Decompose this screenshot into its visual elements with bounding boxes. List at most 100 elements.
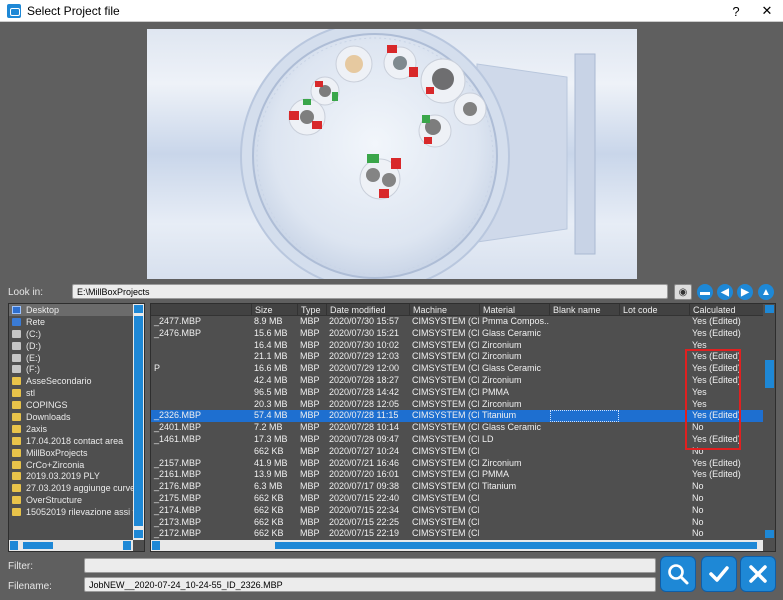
file-list-vscroll-thumb[interactable] xyxy=(765,360,774,388)
folder-item[interactable]: Rete xyxy=(9,316,133,328)
folder-item[interactable]: CrCo+Zirconia xyxy=(9,459,133,471)
folder-item[interactable]: (C:) xyxy=(9,328,133,340)
confirm-button[interactable] xyxy=(701,556,737,592)
folder-tree-hscroll-thumb[interactable] xyxy=(23,542,53,549)
file-row[interactable]: _2476.MBP 15.6 MB MBP 2020/07/30 15:21 CIMSY… xyxy=(151,328,763,340)
close-window-button[interactable]: ✕ xyxy=(753,0,781,22)
help-button[interactable]: ? xyxy=(722,0,750,22)
folder-item[interactable]: OverStructure xyxy=(9,494,133,506)
file-row[interactable]: _2174.MBP 662 KB MBP 2020/07/15 22:34 CIMSYS… xyxy=(151,505,763,517)
scroll-left-arrow[interactable] xyxy=(10,541,18,550)
file-row[interactable]: _2172.MBP 662 KB MBP 2020/07/15 22:19 CIMSYS… xyxy=(151,528,763,540)
column-header-size[interactable]: Size xyxy=(251,304,297,316)
file-row[interactable]: _2173.MBP 662 KB MBP 2020/07/15 22:25 CIMSYS… xyxy=(151,517,763,529)
file-row[interactable]: 96.5 MB MBP 2020/07/28 14:42 CIMSYSTEM (CI.… xyxy=(151,387,763,399)
folder-tree-vscroll-thumb[interactable] xyxy=(134,316,143,526)
column-header-blank-name[interactable]: Blank name xyxy=(549,304,619,316)
file-list[interactable]: Size Type Date modified Machine Material… xyxy=(150,303,776,552)
folder-item-label: 2019.03.2019 PLY xyxy=(26,471,100,482)
file-row[interactable]: P 16.6 MB MBP 2020/07/29 12:00 CIMSYSTEM (CI… xyxy=(151,363,763,375)
blank-name-edit-field[interactable] xyxy=(550,410,619,423)
look-in-label: Look in: xyxy=(8,287,44,298)
folder-item[interactable]: (E:) xyxy=(9,352,133,364)
folder-item-label: 17.04.2018 contact area xyxy=(26,435,124,446)
folder-item[interactable]: 15052019 rilevazione assi fatt xyxy=(9,506,133,518)
file-machine-cell: CIMSYSTEM (CI... xyxy=(412,339,479,350)
folder-item[interactable]: (D:) xyxy=(9,340,133,352)
file-list-hscroll-thumb[interactable] xyxy=(275,542,757,549)
look-in-path-field[interactable]: E:\MillBoxProjects xyxy=(72,284,668,299)
project-preview xyxy=(147,29,637,279)
folder-item[interactable]: Downloads xyxy=(9,411,133,423)
folder-item[interactable]: stl xyxy=(9,387,133,399)
filter-input[interactable] xyxy=(84,558,656,573)
column-header-type[interactable]: Type xyxy=(297,304,326,316)
folder-item[interactable]: 27.03.2019 aggiunge curve su xyxy=(9,482,133,494)
folder-tree-vscrollbar[interactable] xyxy=(133,304,144,540)
forward-button[interactable]: ▶ xyxy=(737,284,753,300)
file-date-cell: 2020/07/30 15:57 xyxy=(329,316,400,326)
column-header-machine[interactable]: Machine xyxy=(409,304,479,316)
file-material-cell: Pmma Compos... xyxy=(482,316,549,326)
folder-item[interactable]: COPINGS xyxy=(9,399,133,411)
filter-label: Filter: xyxy=(8,561,33,572)
column-header-calculated[interactable]: Calculated xyxy=(689,304,763,316)
cancel-button[interactable] xyxy=(740,556,776,592)
trash-icon: ▬ xyxy=(700,286,710,298)
file-material-cell: Zirconium xyxy=(482,339,522,350)
folder-item[interactable]: 17.04.2018 contact area xyxy=(9,435,133,447)
parent-folder-button[interactable]: ▲ xyxy=(758,284,774,300)
file-material-cell: Zirconium xyxy=(482,398,522,409)
folder-item[interactable]: 2019.03.2019 PLY xyxy=(9,470,133,482)
file-row[interactable]: 21.1 MB MBP 2020/07/29 12:03 CIMSYSTEM (CI.… xyxy=(151,351,763,363)
file-row[interactable]: _2326.MBP 57.4 MB MBP 2020/07/28 11:15 CIMSY… xyxy=(151,410,763,423)
file-row[interactable]: _2161.MBP 13.9 MB MBP 2020/07/20 16:01 CIMSY… xyxy=(151,469,763,481)
file-name-cell: _2175.MBP xyxy=(154,493,202,503)
folder-item[interactable]: Desktop xyxy=(9,304,133,316)
file-row[interactable]: 662 KB MBP 2020/07/27 10:24 CIMSYSTEM (CI..… xyxy=(151,446,763,458)
file-row[interactable]: _2175.MBP 662 KB MBP 2020/07/15 22:40 CIMSYS… xyxy=(151,493,763,505)
filename-input[interactable]: JobNEW__2020-07-24_10-24-55_ID_2326.MBP xyxy=(84,577,656,592)
preview-toggle-button[interactable]: ◉ xyxy=(674,284,692,300)
file-name-cell: _2401.MBP xyxy=(154,422,202,433)
drive-icon xyxy=(12,365,21,374)
search-button[interactable] xyxy=(660,556,696,592)
file-name-cell xyxy=(151,375,251,387)
folder-item[interactable]: 2axis xyxy=(9,423,133,435)
folder-tree[interactable]: Desktop Rete (C:) (D:) (E:) (F:) AsseSecondari… xyxy=(8,303,145,552)
file-size-cell: 662 KB xyxy=(254,504,284,515)
scroll-up-arrow[interactable] xyxy=(765,305,774,313)
folder-item[interactable]: (F:) xyxy=(9,363,133,375)
file-list-vscrollbar[interactable] xyxy=(763,304,775,540)
file-row[interactable]: _2477.MBP 8.9 MB MBP 2020/07/30 15:57 CIMSYS… xyxy=(151,316,763,328)
file-machine-cell: CIMSYSTEM (CI... xyxy=(412,493,479,503)
column-header-lot-code[interactable]: Lot code xyxy=(619,304,689,316)
back-button[interactable]: ◀ xyxy=(717,284,733,300)
title-bar: Select Project file ? ✕ xyxy=(0,0,783,22)
scroll-down-arrow[interactable] xyxy=(765,530,774,538)
file-list-hscrollbar[interactable] xyxy=(151,540,763,551)
column-header-date[interactable]: Date modified xyxy=(326,304,409,316)
file-row[interactable]: 20.3 MB MBP 2020/07/28 12:05 CIMSYSTEM (CI.… xyxy=(151,399,763,411)
file-row[interactable]: 42.4 MB MBP 2020/07/28 18:27 CIMSYSTEM (CI.… xyxy=(151,375,763,387)
file-size-cell: 6.3 MB xyxy=(254,481,283,492)
column-header-material[interactable]: Material xyxy=(479,304,549,316)
file-row[interactable]: _2401.MBP 7.2 MB MBP 2020/07/28 10:14 CIMSYS… xyxy=(151,422,763,434)
folder-item[interactable]: MillBoxProjects xyxy=(9,447,133,459)
scroll-right-arrow[interactable] xyxy=(123,541,131,550)
file-row[interactable]: _2176.MBP 6.3 MB MBP 2020/07/17 09:38 CIMSYS… xyxy=(151,481,763,493)
file-calculated-cell: Yes (Edited) xyxy=(692,327,741,338)
file-machine-cell: CIMSYSTEM (CI... xyxy=(412,445,479,456)
scroll-down-arrow[interactable] xyxy=(134,530,143,538)
file-calculated-cell: No xyxy=(692,516,704,527)
scroll-left-arrow[interactable] xyxy=(152,541,160,550)
folder-item[interactable]: AsseSecondario xyxy=(9,375,133,387)
file-row[interactable]: 16.4 MB MBP 2020/07/30 10:02 CIMSYSTEM (CI.… xyxy=(151,340,763,352)
file-row[interactable]: _1461.MBP 17.3 MB MBP 2020/07/28 09:47 CIMSY… xyxy=(151,434,763,446)
delete-button[interactable]: ▬ xyxy=(697,284,713,300)
file-material-cell xyxy=(479,528,549,540)
folder-tree-hscrollbar[interactable] xyxy=(9,540,133,551)
column-header-name[interactable] xyxy=(151,304,251,316)
file-row[interactable]: _2157.MBP 41.9 MB MBP 2020/07/21 16:46 CIMSY… xyxy=(151,458,763,470)
scroll-up-arrow[interactable] xyxy=(134,305,143,313)
